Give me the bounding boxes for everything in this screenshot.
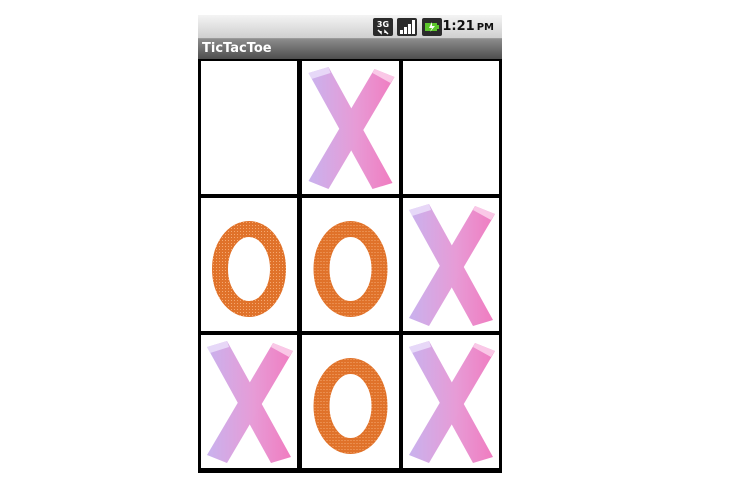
app-title: TicTacToe (202, 41, 272, 56)
board-cell-3-1[interactable] (201, 335, 297, 468)
board-cell-1-3[interactable] (403, 61, 499, 194)
board-cell-1-2[interactable] (302, 61, 399, 194)
o-mark (313, 221, 388, 317)
o-mark (313, 358, 388, 454)
battery-icon (422, 18, 442, 36)
status-bar: 3G 1:21 PM (198, 15, 502, 39)
board-cell-3-2[interactable] (302, 335, 399, 468)
3g-icon: 3G (373, 18, 393, 36)
clock: 1:21 PM (442, 18, 494, 36)
board-cell-1-1[interactable] (201, 61, 297, 194)
phone-screen: 3G 1:21 PM TicTacToe (198, 15, 502, 473)
clock-ampm: PM (476, 22, 494, 33)
o-mark (212, 221, 286, 317)
board-cell-3-3[interactable] (403, 335, 499, 468)
game-board (198, 59, 502, 473)
x-mark (308, 67, 395, 189)
app-title-bar: TicTacToe (198, 39, 502, 59)
x-mark (207, 341, 293, 463)
network-type-label: 3G (377, 20, 389, 29)
board-cell-2-2[interactable] (302, 198, 399, 331)
x-mark (409, 204, 495, 326)
board-cell-2-1[interactable] (201, 198, 297, 331)
signal-icon (397, 18, 417, 36)
x-mark (409, 341, 495, 463)
clock-time: 1:21 (442, 19, 475, 34)
board-cell-2-3[interactable] (403, 198, 499, 331)
